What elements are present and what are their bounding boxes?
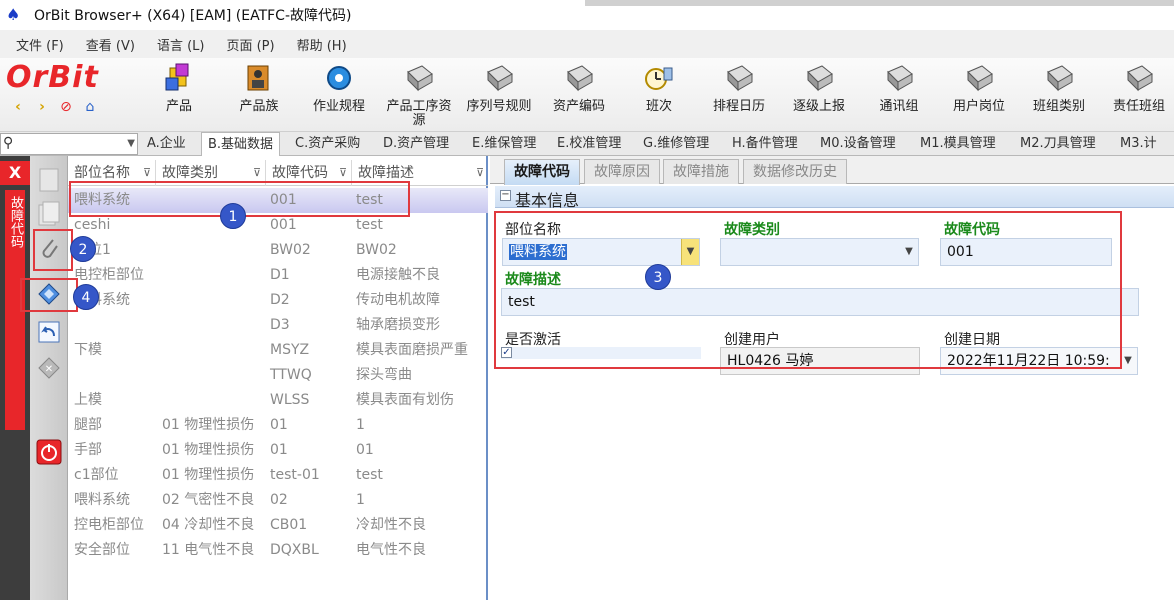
table-row[interactable]: 手部 01 物理性损伤 01 01 bbox=[68, 438, 488, 463]
annotation-box-form bbox=[494, 211, 1122, 369]
search-input[interactable] bbox=[19, 135, 119, 153]
tab-metrology[interactable]: M3.计量器 bbox=[1114, 132, 1174, 174]
toolbar-button-product[interactable]: 产品 bbox=[139, 58, 219, 132]
asset-code-icon bbox=[567, 65, 593, 92]
fault-code-grid: 部位名称 ⊽ 故障类别 ⊽ 故障代码 ⊽ 故障描述 ⊽ 喂料系统 001 test cesh… bbox=[68, 156, 488, 600]
menu-view[interactable]: 查看 (V) bbox=[86, 35, 135, 54]
table-row[interactable]: 安全部位 11 电气性不良 DQXBL 电气性不良 bbox=[68, 538, 488, 563]
tab-asset-purchase[interactable]: C.资产采购 bbox=[289, 132, 366, 155]
annotation-box-save bbox=[20, 278, 78, 312]
clock-icon bbox=[645, 67, 673, 90]
section-basic-info: − 基本信息 bbox=[495, 186, 1174, 210]
tab-tool[interactable]: M2.刀具管理 bbox=[1014, 132, 1102, 155]
title-bar-shade bbox=[585, 0, 1174, 6]
team-icon bbox=[1127, 65, 1153, 92]
nav-buttons: ‹ › ⊘ ⌂ bbox=[10, 98, 98, 116]
toolbar-button-product-family[interactable]: 产品族 bbox=[219, 58, 299, 132]
annotation-box-attachment bbox=[33, 229, 73, 271]
table-row[interactable]: 电控柜部位 D1 电源接触不良 bbox=[68, 263, 488, 288]
tab-change-history[interactable]: 数据修改历史 bbox=[743, 159, 847, 184]
new-document-icon[interactable] bbox=[35, 166, 63, 194]
table-row[interactable]: 喂料系统 02 气密性不良 02 1 bbox=[68, 488, 488, 513]
delete-icon[interactable]: ✕ bbox=[35, 354, 63, 382]
tab-mold[interactable]: M1.模具管理 bbox=[914, 132, 1002, 155]
table-row[interactable]: c1部位 01 物理性损伤 test-01 test bbox=[68, 463, 488, 488]
filter-icon[interactable]: ⊽ bbox=[476, 160, 484, 186]
toolbar-button-comm-group[interactable]: 通讯组 bbox=[859, 58, 939, 132]
table-row[interactable]: 上模 WLSS 模具表面有划伤 bbox=[68, 388, 488, 413]
module-tab-bar: ⚲ ▼ A.企业 B.基础数据 C.资产采购 D.资产管理 E.维保管理 E.校… bbox=[0, 132, 1174, 174]
action-icon-column: ✕ bbox=[30, 156, 68, 600]
menu-file[interactable]: 文件 (F) bbox=[16, 35, 64, 54]
gear-icon bbox=[327, 66, 351, 90]
toolbar-button-schedule-calendar[interactable]: 排程日历 bbox=[699, 58, 779, 132]
process-resource-icon bbox=[407, 65, 433, 92]
table-row[interactable]: 喂料系统 D2 传动电机故障 bbox=[68, 288, 488, 313]
serial-rule-icon bbox=[487, 65, 513, 92]
tab-asset-management[interactable]: D.资产管理 bbox=[377, 132, 455, 155]
tab-equipment[interactable]: M0.设备管理 bbox=[814, 132, 902, 155]
table-row[interactable]: D3 轴承磨损变形 bbox=[68, 313, 488, 338]
toolbar-button-shift[interactable]: 班次 bbox=[619, 58, 699, 132]
close-icon[interactable]: X bbox=[0, 161, 30, 185]
table-row[interactable]: 部位1BW02BW02 bbox=[68, 238, 488, 263]
svg-text:✕: ✕ bbox=[45, 364, 53, 375]
title-bar: ♠ OrBit Browser+ (X64) [EAM] (EATFC-故障代码… bbox=[0, 0, 1174, 30]
orbit-logo: OrBit bbox=[6, 60, 99, 95]
detail-tab-bar: 故障代码 故障原因 故障措施 数据修改历史 bbox=[490, 156, 1174, 185]
stop-icon[interactable]: ⊘ bbox=[58, 98, 74, 116]
chevron-down-icon[interactable]: ▼ bbox=[127, 138, 135, 149]
tab-fault-code[interactable]: 故障代码 bbox=[504, 159, 580, 185]
tab-repair[interactable]: G.维修管理 bbox=[637, 132, 715, 155]
toolbar-button-escalation[interactable]: 逐级上报 bbox=[779, 58, 859, 132]
tab-fault-cause[interactable]: 故障原因 bbox=[584, 159, 660, 184]
badge-2: 2 bbox=[70, 236, 96, 262]
toolbar-button-serial-rule[interactable]: 序列号规则 bbox=[459, 58, 539, 132]
table-row[interactable]: TTWQ 探头弯曲 bbox=[68, 363, 488, 388]
window-title: OrBit Browser+ (X64) [EAM] (EATFC-故障代码) bbox=[34, 8, 352, 24]
table-row[interactable]: 下模 MSYZ 模具表面磨损严重 bbox=[68, 338, 488, 363]
power-icon[interactable] bbox=[35, 438, 63, 466]
copy-document-icon[interactable] bbox=[35, 200, 63, 228]
annotation-box-form-right bbox=[1120, 211, 1122, 369]
toolbar-button-responsible-team[interactable]: 责任班组 bbox=[1099, 58, 1174, 132]
badge-4: 4 bbox=[73, 284, 99, 310]
table-row[interactable]: 腿部 01 物理性损伤 01 1 bbox=[68, 413, 488, 438]
search-icon: ⚲ bbox=[3, 135, 14, 151]
search-box[interactable]: ⚲ ▼ bbox=[0, 133, 138, 155]
group-icon bbox=[887, 65, 913, 92]
main-toolbar: OrBit ‹ › ⊘ ⌂ 产品 产品族 作业规程 产品工序资 源 序列号规则 … bbox=[0, 58, 1174, 132]
tab-basic-data[interactable]: B.基础数据 bbox=[201, 132, 281, 156]
toolbar-button-team-type[interactable]: 班组类别 bbox=[1019, 58, 1099, 132]
table-row[interactable]: 控电柜部位 04 冷却性不良 CB01 冷却性不良 bbox=[68, 513, 488, 538]
menu-help[interactable]: 帮助 (H) bbox=[297, 35, 347, 54]
user-post-icon bbox=[967, 65, 993, 92]
toolbar-button-asset-code[interactable]: 资产编码 bbox=[539, 58, 619, 132]
tab-spare-parts[interactable]: H.备件管理 bbox=[726, 132, 804, 155]
home-icon[interactable]: ⌂ bbox=[82, 98, 98, 116]
toolbar-button-user-post[interactable]: 用户岗位 bbox=[939, 58, 1019, 132]
badge-1: 1 bbox=[220, 203, 246, 229]
menu-page[interactable]: 页面 (P) bbox=[226, 35, 274, 54]
toolbar-button-operation-procedure[interactable]: 作业规程 bbox=[299, 58, 379, 132]
tab-calibration[interactable]: E.校准管理 bbox=[551, 132, 627, 155]
tab-maintenance[interactable]: E.维保管理 bbox=[466, 132, 542, 155]
report-icon bbox=[807, 65, 833, 92]
menu-bar: 文件 (F) 查看 (V) 语言 (L) 页面 (P) 帮助 (H) bbox=[0, 30, 1174, 58]
back-arrow-icon[interactable]: ‹ bbox=[10, 98, 26, 116]
team-type-icon bbox=[1047, 65, 1073, 92]
product-icon bbox=[165, 63, 189, 91]
page-side-strip: X 故障代码 bbox=[0, 156, 30, 600]
undo-icon[interactable] bbox=[35, 318, 63, 346]
calendar-icon bbox=[727, 65, 753, 92]
tab-enterprise[interactable]: A.企业 bbox=[141, 132, 192, 155]
badge-3: 3 bbox=[645, 264, 671, 290]
product-family-icon bbox=[247, 65, 269, 91]
app-icon: ♠ bbox=[6, 5, 21, 24]
tab-fault-measure[interactable]: 故障措施 bbox=[663, 159, 739, 184]
collapse-icon[interactable]: − bbox=[500, 190, 511, 201]
toolbar-button-process-resource[interactable]: 产品工序资 源 bbox=[379, 58, 459, 132]
forward-arrow-icon[interactable]: › bbox=[34, 98, 50, 116]
menu-language[interactable]: 语言 (L) bbox=[157, 35, 205, 54]
